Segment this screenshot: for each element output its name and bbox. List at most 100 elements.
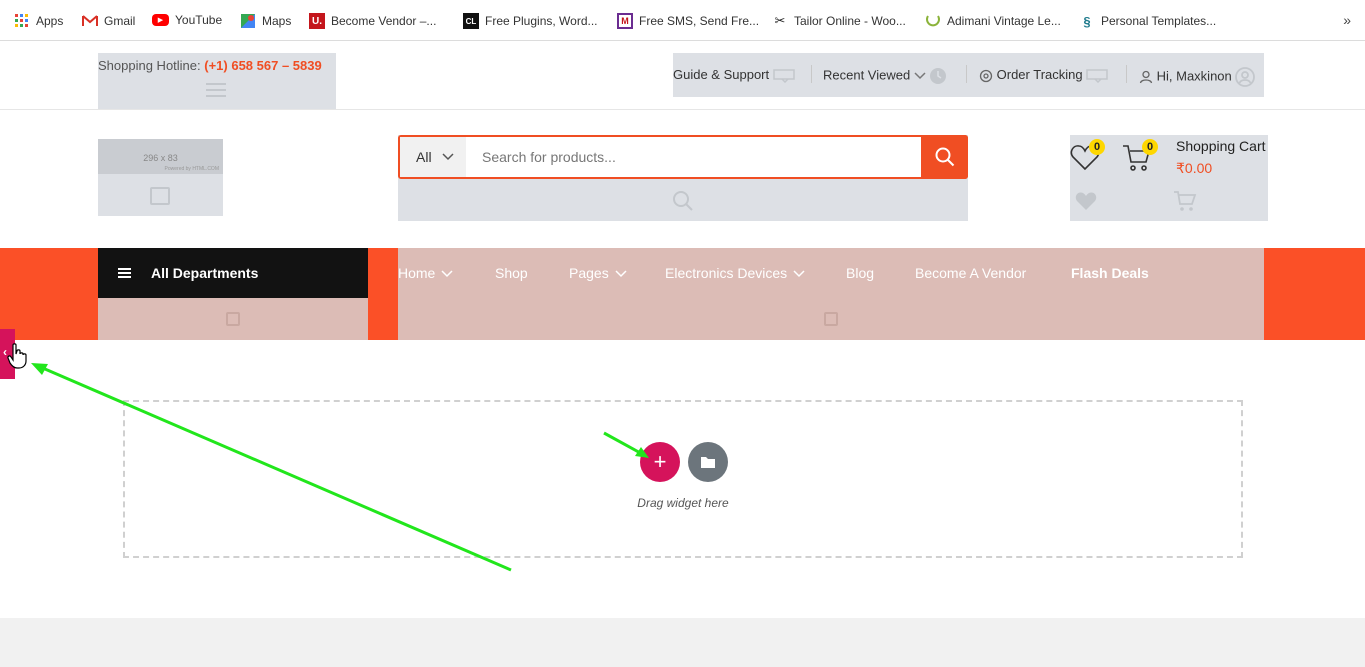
cart-title[interactable]: Shopping Cart <box>1176 138 1266 154</box>
menu-item-shop[interactable]: Shop <box>495 265 528 281</box>
arrowhead <box>31 363 48 375</box>
user-greeting: Hi, Maxkinon <box>1156 68 1232 84</box>
menu-item-pages[interactable]: Pages <box>569 265 627 281</box>
bookmark-youtube[interactable]: ▶ YouTube <box>152 13 222 27</box>
maps-icon <box>240 13 256 29</box>
cart-button[interactable]: 0 <box>1122 139 1158 178</box>
hand-cursor-icon <box>7 343 27 369</box>
u-logo-icon: U. <box>309 13 325 29</box>
bookmark-label: Gmail <box>104 14 136 28</box>
main-navigation: All Departments Home Shop Pages Electron… <box>0 248 1365 340</box>
bookmark-label: Maps <box>262 14 292 28</box>
menu-item-blog[interactable]: Blog <box>846 265 874 281</box>
site-logo[interactable]: 296 x 83 Powered by HTML.COM <box>98 139 223 216</box>
top-links: Guide & Support Recent Viewed Order Trac… <box>673 53 1264 97</box>
add-section-button[interactable]: + <box>640 442 680 482</box>
menu-item-flash-deals[interactable]: Flash Deals <box>1071 265 1149 281</box>
search-input[interactable] <box>466 137 921 177</box>
chevron-down-icon <box>442 153 454 161</box>
bookmark-apps[interactable]: Apps <box>14 13 63 29</box>
search-icon <box>935 147 954 167</box>
order-tracking-link[interactable]: Order Tracking <box>979 67 1108 83</box>
bookmark-label: Become Vendor –... <box>331 14 437 28</box>
menu-item-label: Blog <box>846 265 875 281</box>
hotline-block: Shopping Hotline: (+1) 658 567 – 5839 <box>98 53 336 109</box>
adimani-icon <box>925 13 941 29</box>
cart-count-badge: 0 <box>1142 139 1158 155</box>
search-button[interactable] <box>921 135 968 179</box>
user-icon <box>1139 70 1153 84</box>
divider <box>1126 65 1127 83</box>
bookmark-label: Adimani Vintage Le... <box>947 14 1061 28</box>
menu-item-label: Home <box>398 265 436 281</box>
widget-placeholder-icon <box>773 68 795 83</box>
search-placeholder-icon <box>673 191 693 211</box>
menu-item-label: Pages <box>569 265 609 281</box>
menu-item-become-a-vendor[interactable]: Become A Vendor <box>915 265 1026 281</box>
hamburger-menu-icon <box>118 268 131 278</box>
site-header: 296 x 83 Powered by HTML.COM All 0 0 Sho… <box>0 110 1365 248</box>
widget-drop-zone[interactable]: + Drag widget here <box>123 400 1243 558</box>
bookmark-personal-templates[interactable]: § Personal Templates... <box>1079 13 1216 29</box>
templates-icon: § <box>1083 13 1091 29</box>
bookmark-label: Apps <box>36 14 64 28</box>
text-editor-placeholder-icon <box>206 83 226 97</box>
bookmark-free-plugins[interactable]: CL Free Plugins, Word... <box>463 13 598 29</box>
wishlist-count-badge: 0 <box>1089 139 1105 155</box>
recent-viewed-dropdown[interactable]: Recent Viewed <box>823 67 947 85</box>
bookmark-adimani[interactable]: Adimani Vintage Le... <box>925 13 1061 29</box>
bookmark-label: Tailor Online - Woo... <box>794 14 906 28</box>
cart-total: ₹0.00 <box>1176 160 1213 176</box>
cl-logo-icon: CL <box>463 13 479 29</box>
cart-placeholder-icon <box>1174 191 1197 211</box>
divider <box>811 65 812 83</box>
gmail-icon <box>82 13 98 29</box>
heart-placeholder-icon <box>1075 192 1097 210</box>
top-bar: Shopping Hotline: (+1) 658 567 – 5839 Gu… <box>0 41 1365 110</box>
widget-placeholder-icon <box>1086 68 1108 83</box>
menu-item-home[interactable]: Home <box>398 265 453 281</box>
user-account-link[interactable]: Hi, Maxkinon <box>1139 67 1256 87</box>
bookmark-become-vendor[interactable]: U. Become Vendor –... <box>309 13 436 29</box>
search-category-select[interactable]: All <box>400 137 466 177</box>
chevron-down-icon <box>914 72 926 80</box>
bookmark-maps[interactable]: Maps <box>240 13 291 29</box>
wishlist-button[interactable]: 0 <box>1070 139 1105 176</box>
add-template-button[interactable] <box>688 442 728 482</box>
menu-item-electronics-devices[interactable]: Electronics Devices <box>665 265 805 281</box>
chevron-down-icon <box>793 270 805 278</box>
logo-placeholder-text: 296 x 83 <box>143 153 178 163</box>
divider <box>966 65 967 83</box>
clock-icon <box>930 68 947 84</box>
bookmark-label: Free SMS, Send Fre... <box>639 14 760 28</box>
order-tracking-label: Order Tracking <box>996 67 1083 82</box>
bookmark-tailor-online[interactable]: ✂ Tailor Online - Woo... <box>772 13 906 29</box>
footer-area <box>0 618 1365 667</box>
logo-placeholder-image: 296 x 83 Powered by HTML.COM <box>98 139 223 174</box>
bookmarks-bar: Apps Gmail ▶ YouTube Maps U. Become Vend… <box>0 0 1365 41</box>
widget-placeholder-icon <box>226 312 240 326</box>
all-departments-label: All Departments <box>151 265 259 281</box>
guide-support-label: Guide & Support <box>673 67 770 82</box>
menu-item-label: Shop <box>495 265 528 281</box>
youtube-icon: ▶ <box>152 14 169 26</box>
location-pin-icon <box>979 69 993 82</box>
header-icons: 0 0 Shopping Cart ₹0.00 <box>1070 135 1268 221</box>
menu-item-label: Flash Deals <box>1071 265 1149 281</box>
recent-viewed-label: Recent Viewed <box>823 67 911 83</box>
apps-grid-icon <box>14 13 30 29</box>
hotline-number[interactable]: (+1) 658 567 – 5839 <box>204 58 321 73</box>
logo-widget-icon <box>150 187 170 205</box>
bookmark-gmail[interactable]: Gmail <box>82 13 135 29</box>
menu-item-label: Become A Vendor <box>915 265 1027 281</box>
more-bookmarks-button[interactable]: » <box>1343 12 1351 28</box>
chevron-down-icon <box>441 270 453 278</box>
chevron-down-icon <box>615 270 627 278</box>
departments-placeholder <box>98 298 368 340</box>
all-departments-button[interactable]: All Departments <box>98 248 368 298</box>
search-widget: All <box>398 135 968 221</box>
hotline-text: Shopping Hotline: (+1) 658 567 – 5839 <box>98 58 322 73</box>
bookmark-free-sms[interactable]: M Free SMS, Send Fre... <box>617 13 759 29</box>
search-bar: All <box>398 135 968 179</box>
guide-support-link[interactable]: Guide & Support <box>673 67 795 83</box>
